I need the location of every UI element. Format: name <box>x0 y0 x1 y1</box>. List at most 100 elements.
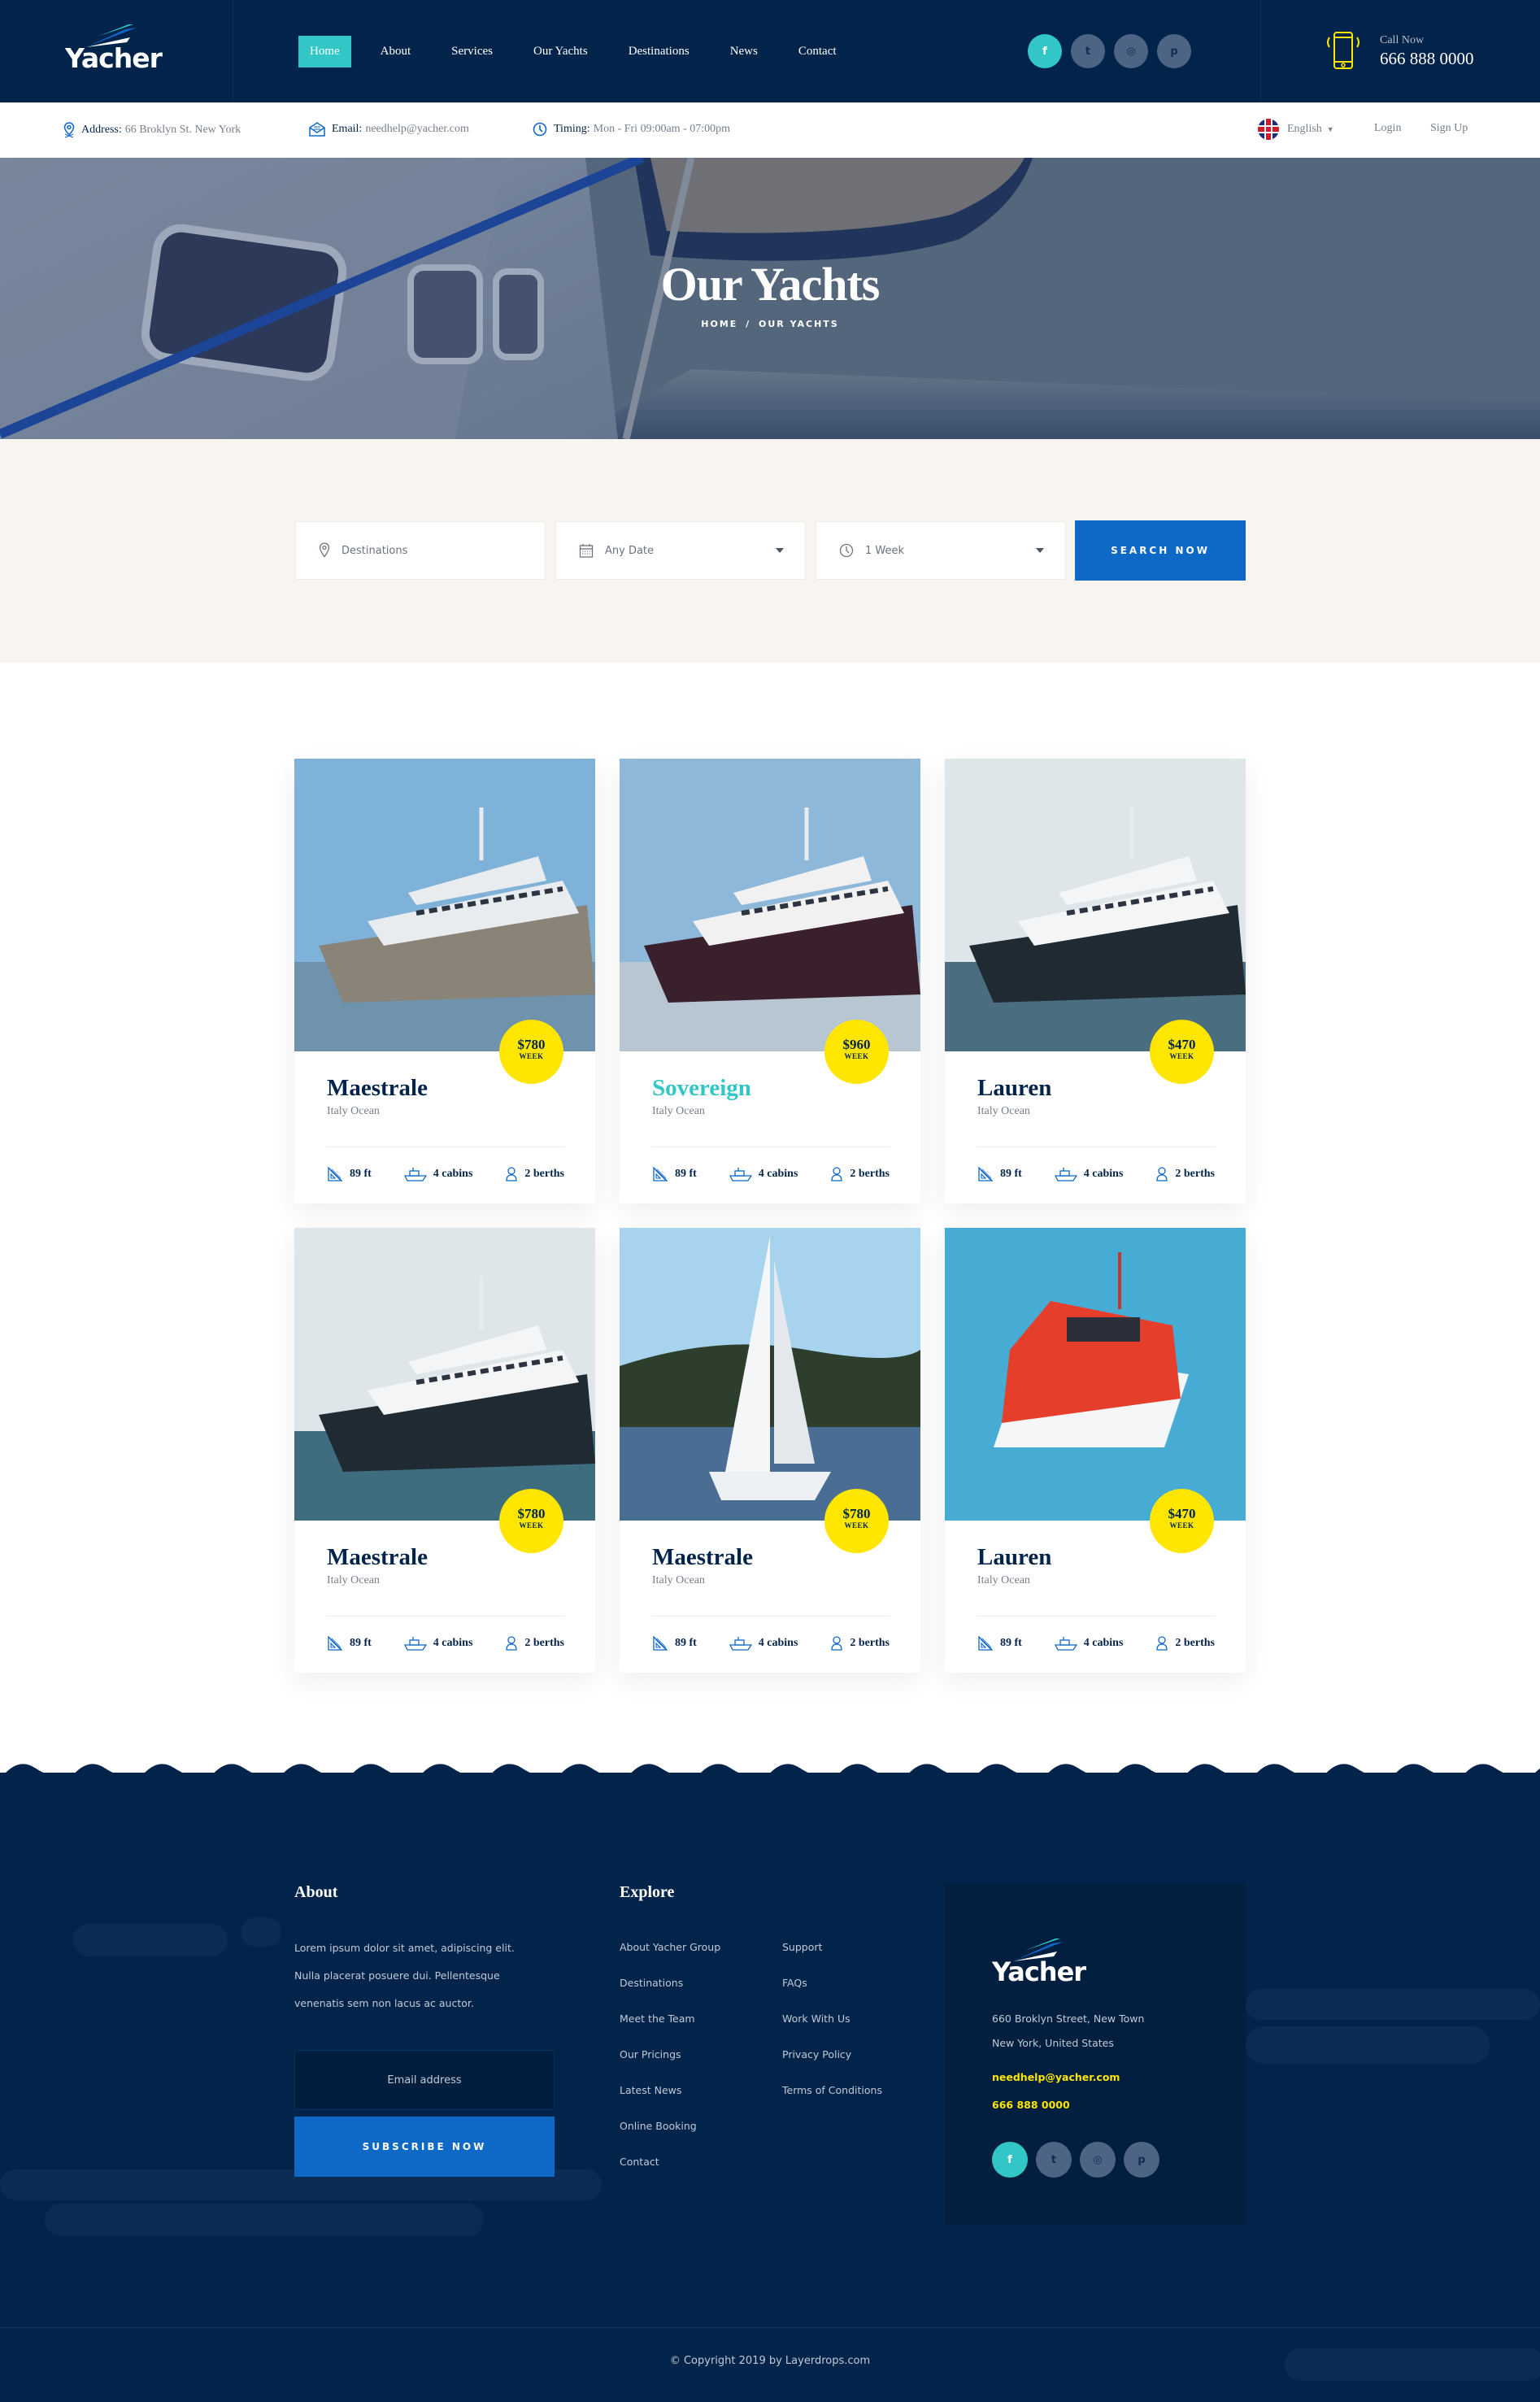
nav-home[interactable]: Home <box>298 36 351 67</box>
price-badge: $470 WEEK <box>1150 1020 1214 1084</box>
site-header: Yacher Home About Services Our Yachts De… <box>0 0 1540 102</box>
price-badge: $470 WEEK <box>1150 1489 1214 1553</box>
breadcrumb-home[interactable]: HOME <box>701 319 737 329</box>
yacht-photo[interactable] <box>945 1228 1246 1521</box>
price-amount: $780 <box>842 1506 871 1521</box>
yacht-card[interactable]: $470 WEEK Lauren Italy Ocean 89 ft 4 cab… <box>945 759 1246 1203</box>
email-label: Email: <box>332 123 363 135</box>
logo-wordmark: Yacher <box>992 1956 1086 1987</box>
nav-news[interactable]: News <box>719 36 769 67</box>
footer-link[interactable]: FAQs <box>782 1977 807 1989</box>
decorative-cloud <box>45 2204 484 2236</box>
footer-link[interactable]: Terms of Conditions <box>782 2084 882 2096</box>
signup-link[interactable]: Sign Up <box>1430 122 1468 135</box>
twitter-icon[interactable]: t <box>1071 34 1105 68</box>
footer-link[interactable]: Online Booking <box>620 2120 697 2132</box>
nav-about[interactable]: About <box>369 36 423 67</box>
info-bar: Address: 66 Broklyn St. New York Email: … <box>0 102 1540 158</box>
yacht-photo[interactable] <box>620 1228 920 1521</box>
footer-link[interactable]: Our Pricings <box>620 2048 681 2060</box>
yacht-card[interactable]: $960 WEEK Sovereign Italy Ocean 89 ft 4 … <box>620 759 920 1203</box>
spec-berths-value: 2 berths <box>1175 1637 1215 1649</box>
yacht-photo[interactable] <box>620 759 920 1051</box>
footer-link[interactable]: Latest News <box>620 2084 681 2096</box>
yacht-name[interactable]: Maestrale <box>652 1544 753 1571</box>
login-link[interactable]: Login <box>1374 122 1401 135</box>
ruler-triangle-icon <box>978 1167 994 1181</box>
about-line: venenatis sem non lacus ac auctor. <box>294 1997 474 2009</box>
yacht-name[interactable]: Lauren <box>977 1544 1051 1571</box>
yacht-photo[interactable] <box>945 759 1246 1051</box>
email-value[interactable]: needhelp@yacher.com <box>365 123 469 136</box>
call-number[interactable]: 666 888 0000 <box>1380 49 1474 69</box>
boat-icon <box>403 1637 427 1651</box>
yacht-card[interactable]: $780 WEEK Maestrale Italy Ocean 89 ft 4 … <box>620 1228 920 1673</box>
yacht-location: Italy Ocean <box>652 1574 705 1586</box>
footer-phone[interactable]: 666 888 0000 <box>992 2099 1070 2111</box>
footer-link[interactable]: Destinations <box>620 1977 683 1989</box>
spec-cabins: 4 cabins <box>1054 1636 1124 1651</box>
spec-berths-value: 2 berths <box>1175 1168 1215 1180</box>
breadcrumb-separator: / <box>746 319 751 329</box>
header-divider <box>1260 0 1261 102</box>
spec-length-value: 89 ft <box>350 1168 372 1180</box>
footer-link[interactable]: Contact <box>620 2156 659 2168</box>
logo[interactable]: Yacher <box>65 24 171 73</box>
spec-cabins-value: 4 cabins <box>1083 1637 1124 1649</box>
spec-cabins-value: 4 cabins <box>433 1168 473 1180</box>
timing-value: Mon - Fri 09:00am - 07:00pm <box>593 123 731 135</box>
twitter-icon[interactable]: t <box>1036 2142 1072 2178</box>
instagram-icon[interactable]: ◎ <box>1080 2142 1116 2178</box>
duration-select[interactable]: 1 Week <box>816 521 1066 580</box>
footer-link[interactable]: About Yacher Group <box>620 1941 720 1953</box>
footer-link[interactable]: Meet the Team <box>620 2013 695 2025</box>
yacht-card[interactable]: $470 WEEK Lauren Italy Ocean 89 ft 4 cab… <box>945 1228 1246 1673</box>
page-title: Our Yachts <box>660 258 881 311</box>
language-selector[interactable]: English ▼ <box>1258 119 1334 140</box>
price-period: WEEK <box>519 1521 544 1530</box>
chevron-down-icon <box>1036 548 1044 553</box>
footer-address: 660 Broklyn Street, New Town New York, U… <box>992 2007 1144 2056</box>
nav-destinations[interactable]: Destinations <box>617 36 701 67</box>
yacht-card[interactable]: $780 WEEK Maestrale Italy Ocean 89 ft 4 … <box>294 1228 595 1673</box>
yacht-name[interactable]: Maestrale <box>327 1544 428 1571</box>
yacht-card[interactable]: $780 WEEK Maestrale Italy Ocean 89 ft 4 … <box>294 759 595 1203</box>
footer-logo[interactable]: Yacher <box>992 1939 1098 1986</box>
facebook-icon[interactable]: f <box>992 2142 1028 2178</box>
destination-input[interactable]: Destinations <box>295 521 546 580</box>
footer-contact-box: Yacher 660 Broklyn Street, New Town New … <box>945 1883 1246 2225</box>
subscribe-button[interactable]: SUBSCRIBE NOW <box>294 2117 555 2177</box>
footer-email[interactable]: needhelp@yacher.com <box>992 2071 1120 2083</box>
price-period: WEEK <box>1169 1521 1194 1530</box>
uk-flag-icon <box>1258 119 1279 140</box>
card-divider <box>652 1616 890 1617</box>
facebook-icon[interactable]: f <box>1028 34 1062 68</box>
spec-length-value: 89 ft <box>675 1637 697 1649</box>
nav-our-yachts[interactable]: Our Yachts <box>522 36 599 67</box>
date-select[interactable]: Any Date <box>555 521 806 580</box>
yacht-photo[interactable] <box>294 1228 595 1521</box>
yacht-specs: 89 ft 4 cabins 2 berths <box>977 1636 1215 1651</box>
nav-contact[interactable]: Contact <box>787 36 848 67</box>
instagram-icon[interactable]: ◎ <box>1114 34 1148 68</box>
spec-berths: 2 berths <box>830 1636 890 1651</box>
spec-berths-value: 2 berths <box>850 1168 890 1180</box>
spec-length: 89 ft <box>977 1636 1022 1651</box>
footer-link[interactable]: Privacy Policy <box>782 2048 851 2060</box>
yacht-photo[interactable] <box>294 759 595 1051</box>
yacht-name[interactable]: Lauren <box>977 1075 1051 1102</box>
yacht-name[interactable]: Maestrale <box>327 1075 428 1102</box>
copyright: © Copyright 2019 by Layerdrops.com <box>669 2355 871 2367</box>
footer-link[interactable]: Work With Us <box>782 2013 850 2025</box>
ruler-triangle-icon <box>978 1636 994 1651</box>
pinterest-icon[interactable]: p <box>1157 34 1191 68</box>
price-badge: $780 WEEK <box>499 1489 563 1553</box>
yacht-name[interactable]: Sovereign <box>652 1075 751 1102</box>
footer-link[interactable]: Support <box>782 1941 822 1953</box>
search-now-button[interactable]: SEARCH NOW <box>1075 520 1246 581</box>
calendar-icon <box>579 544 594 558</box>
pinterest-icon[interactable]: p <box>1124 2142 1159 2178</box>
nav-services[interactable]: Services <box>440 36 504 67</box>
price-amount: $470 <box>1168 1506 1196 1521</box>
newsletter-email-input[interactable] <box>294 2050 555 2110</box>
